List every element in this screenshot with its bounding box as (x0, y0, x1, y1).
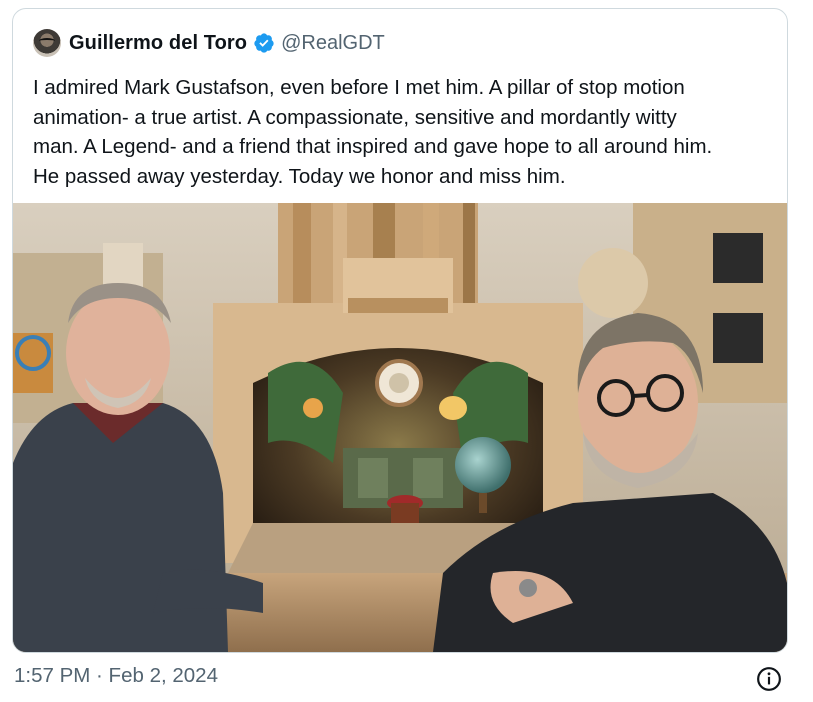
tweet-timestamp[interactable]: 1:57 PM · Feb 2, 2024 (14, 664, 218, 688)
info-icon[interactable] (756, 666, 782, 692)
tweet-text: I admired Mark Gustafson, even before I … (33, 73, 773, 191)
avatar[interactable] (33, 29, 61, 57)
photo-two-men-with-stop-motion-set (13, 203, 787, 652)
tweet-text-line: animation- a true artist. A compassionat… (33, 105, 677, 129)
tweet-text-line: I admired Mark Gustafson, even before I … (33, 76, 685, 99)
author-display-name[interactable]: Guillermo del Toro (69, 32, 247, 55)
verified-badge-icon (254, 33, 274, 53)
tweet-text-line: He passed away yesterday. Today we honor… (33, 164, 566, 188)
tweet-screenshot: Guillermo del Toro @RealGDT I admired Ma… (0, 0, 813, 702)
tweet-photo[interactable] (13, 203, 787, 652)
tweet-text-line: man. A Legend- and a friend that inspire… (33, 135, 713, 158)
quoted-tweet-card[interactable]: Guillermo del Toro @RealGDT I admired Ma… (12, 8, 788, 653)
timestamp-text[interactable]: 1:57 PM · Feb 2, 2024 (14, 664, 218, 688)
tweet-header: Guillermo del Toro @RealGDT (33, 29, 385, 57)
author-handle[interactable]: @RealGDT (281, 32, 385, 55)
